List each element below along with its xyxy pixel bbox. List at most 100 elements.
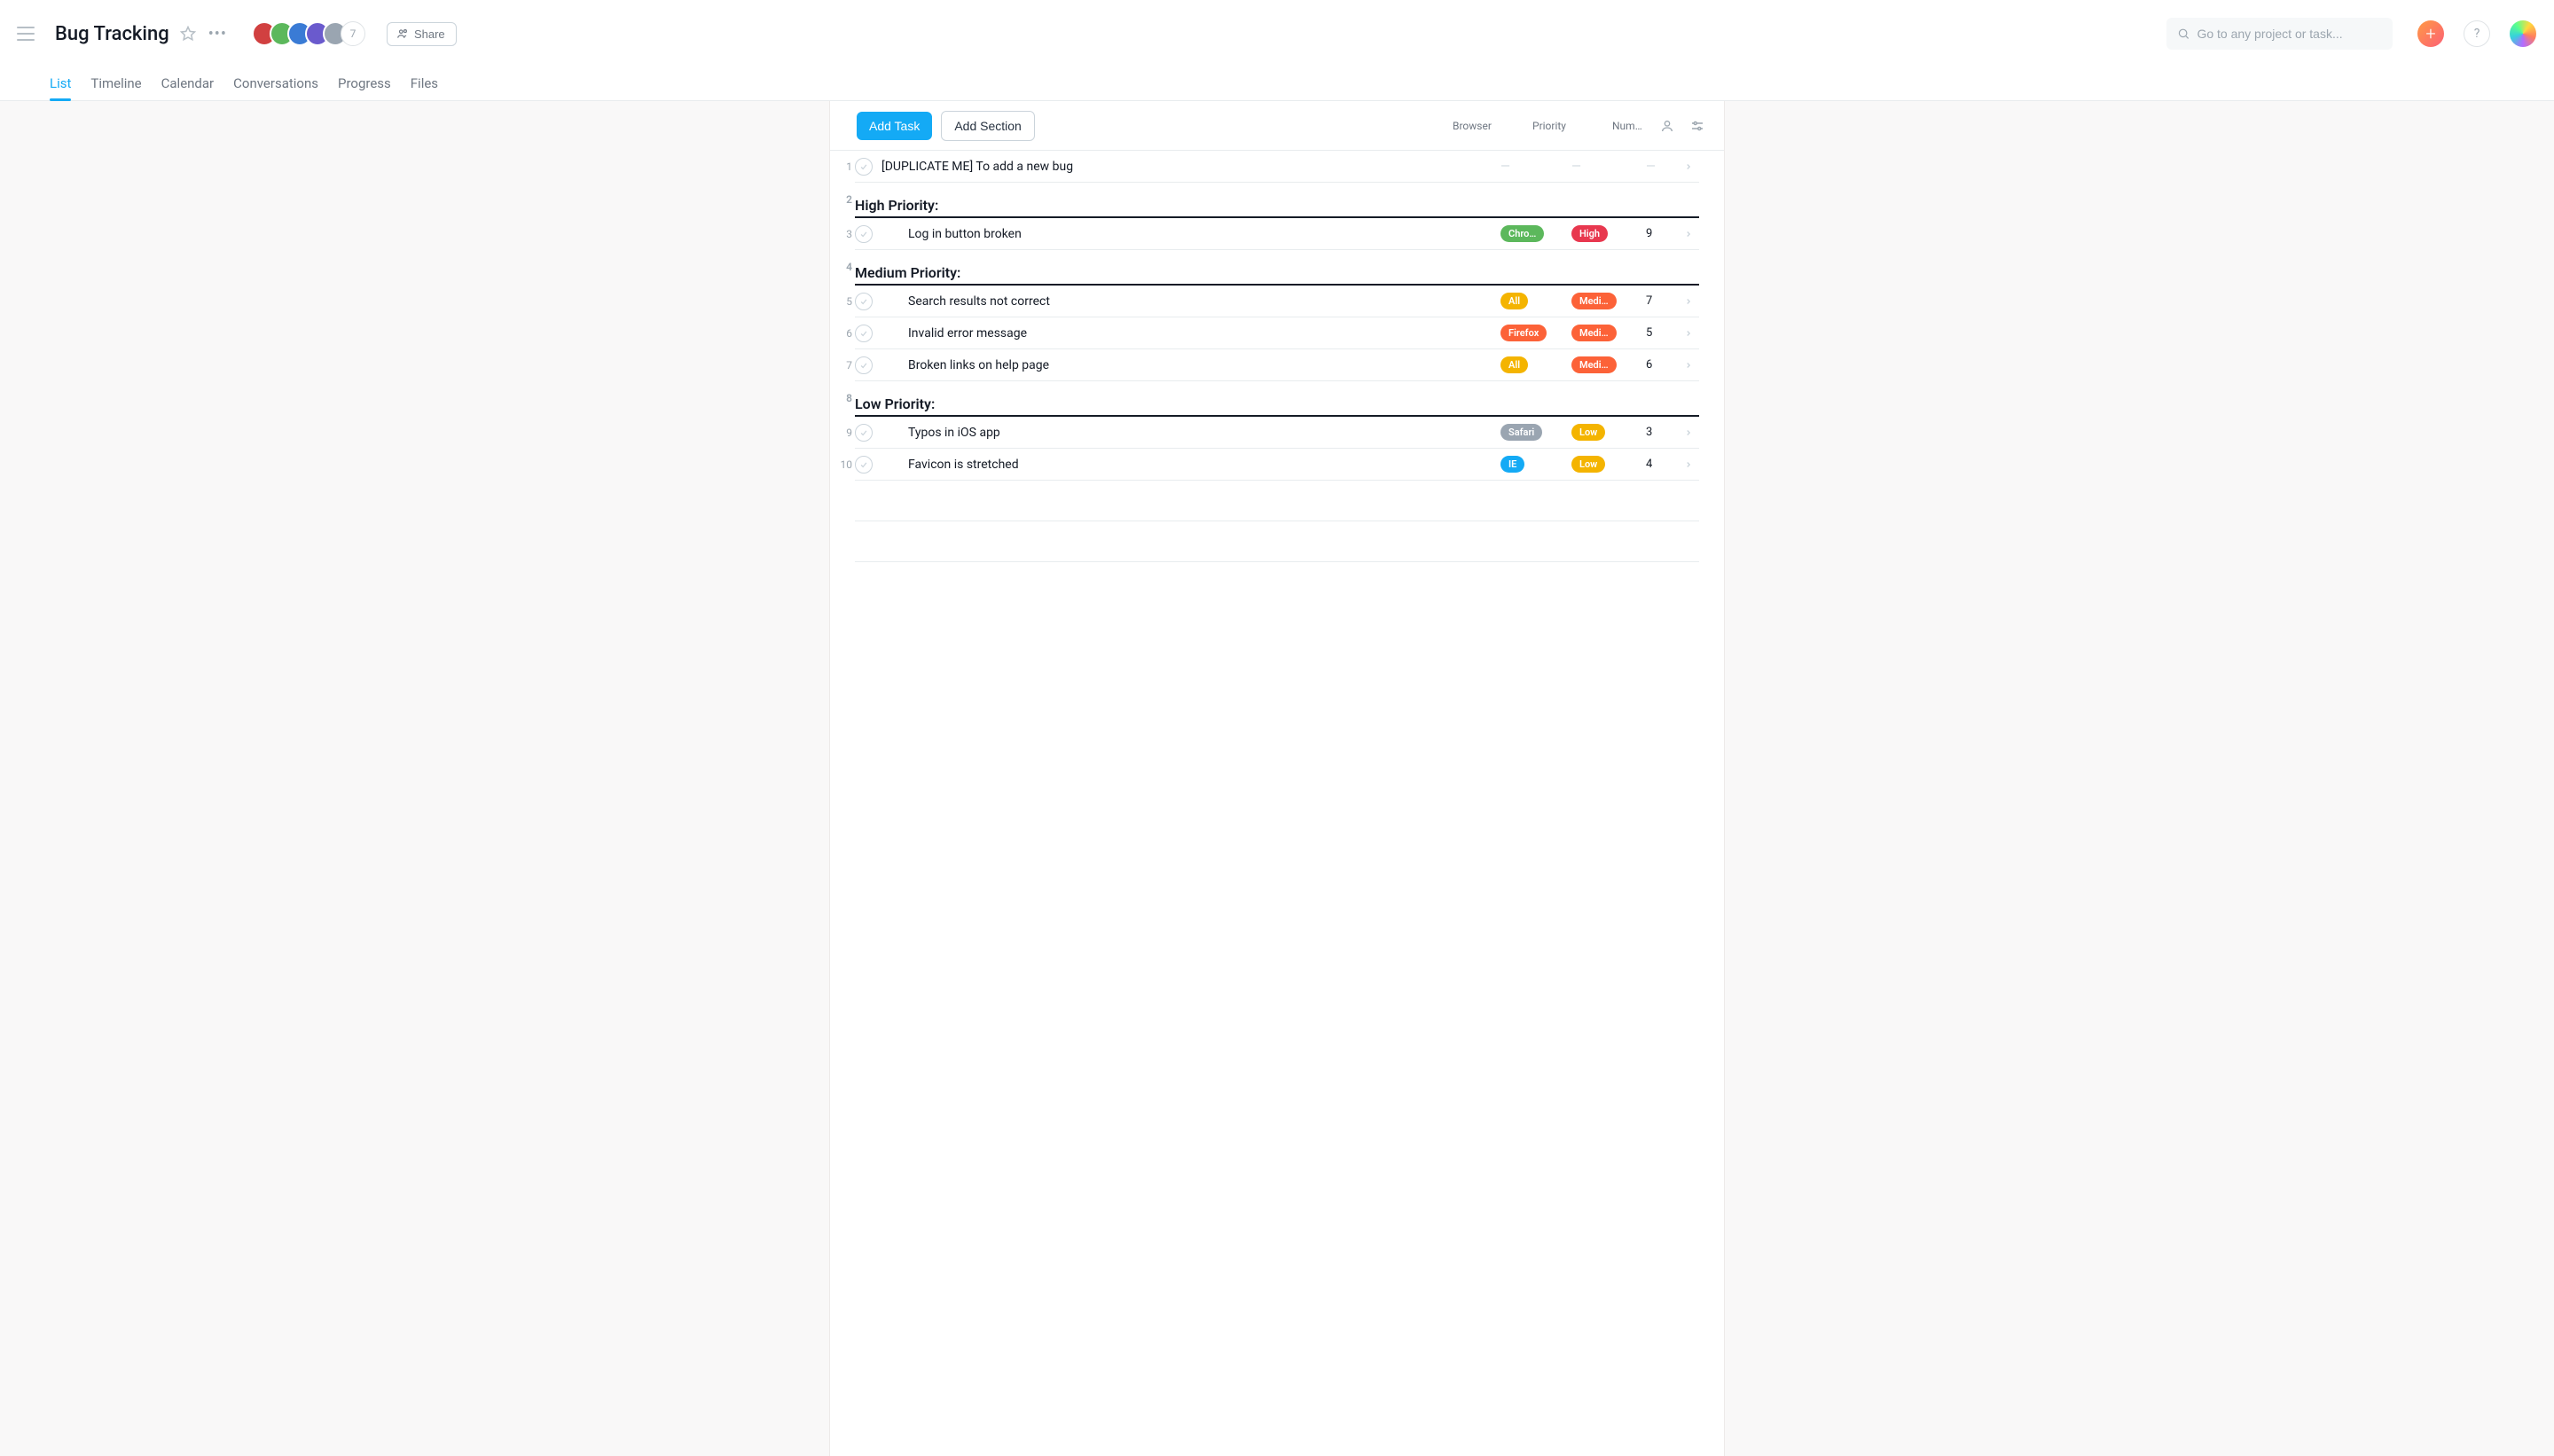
panel-toolbar: Add Task Add Section Browser Priority Nu… <box>830 101 1724 151</box>
cell-browser[interactable]: IE <box>1500 456 1571 473</box>
section-title: High Priority: <box>855 197 1699 214</box>
star-icon[interactable] <box>180 26 196 42</box>
cell-num[interactable]: 4 <box>1642 458 1678 471</box>
task-row[interactable]: 1[DUPLICATE ME] To add a new bug——— <box>855 151 1699 183</box>
tab-files[interactable]: Files <box>411 75 438 100</box>
section-header[interactable]: 4Medium Priority: <box>855 250 1699 286</box>
row-number: 10 <box>831 449 852 480</box>
task-title[interactable]: [DUPLICATE ME] To add a new bug <box>881 160 1500 174</box>
project-members[interactable]: 7 <box>252 21 365 46</box>
task-list: 1[DUPLICATE ME] To add a new bug———2High… <box>830 151 1724 562</box>
row-number: 6 <box>831 317 852 348</box>
share-button[interactable]: Share <box>387 22 457 46</box>
section-header[interactable]: 8Low Priority: <box>855 381 1699 417</box>
complete-toggle[interactable] <box>855 424 873 442</box>
section-header[interactable]: 2High Priority: <box>855 183 1699 218</box>
cell-browser[interactable]: All <box>1500 356 1571 373</box>
project-title[interactable]: Bug Tracking <box>55 23 169 45</box>
more-icon[interactable]: ••• <box>207 25 229 43</box>
cell-browser[interactable]: — <box>1500 160 1571 174</box>
cell-num[interactable]: 5 <box>1642 326 1678 340</box>
cell-priority[interactable]: High <box>1571 225 1642 242</box>
search-icon <box>2177 27 2190 41</box>
task-row[interactable]: 10Favicon is stretchedIELow4 <box>855 449 1699 481</box>
task-title[interactable]: Log in button broken <box>908 227 1500 241</box>
open-details-icon[interactable] <box>1678 162 1699 171</box>
tab-progress[interactable]: Progress <box>338 75 391 100</box>
workspace: Add Task Add Section Browser Priority Nu… <box>0 101 2554 1456</box>
user-avatar[interactable] <box>2510 20 2536 47</box>
complete-toggle[interactable] <box>855 293 873 310</box>
column-header-num[interactable]: Num… <box>1612 120 1648 132</box>
task-row[interactable]: 3Log in button brokenChro…High9 <box>855 218 1699 250</box>
complete-toggle[interactable] <box>855 356 873 374</box>
search-box[interactable] <box>2166 18 2393 50</box>
open-details-icon[interactable] <box>1678 329 1699 338</box>
top-bar: Bug Tracking ••• 7 Share + ? <box>0 0 2554 67</box>
cell-num[interactable]: 6 <box>1642 358 1678 372</box>
task-title[interactable]: Search results not correct <box>908 294 1500 309</box>
complete-toggle[interactable] <box>855 456 873 474</box>
people-icon <box>396 27 409 40</box>
cell-priority[interactable]: Medi… <box>1571 356 1642 373</box>
help-button[interactable]: ? <box>2464 20 2490 47</box>
task-row[interactable]: 5Search results not correctAllMedi…7 <box>855 286 1699 317</box>
task-row[interactable]: 9Typos in iOS appSafariLow3 <box>855 417 1699 449</box>
complete-toggle[interactable] <box>855 225 873 243</box>
menu-icon[interactable] <box>12 20 39 47</box>
task-title[interactable]: Broken links on help page <box>908 358 1500 372</box>
task-title[interactable]: Typos in iOS app <box>908 426 1500 440</box>
open-details-icon[interactable] <box>1678 297 1699 306</box>
cell-priority[interactable]: Medi… <box>1571 325 1642 341</box>
tab-list[interactable]: List <box>50 75 71 100</box>
cell-browser[interactable]: Firefox <box>1500 325 1571 341</box>
cell-num[interactable]: 3 <box>1642 426 1678 439</box>
assignee-column-icon[interactable] <box>1657 115 1678 137</box>
row-number: 4 <box>831 250 852 284</box>
row-number: 3 <box>831 218 852 249</box>
row-number: 2 <box>831 183 852 216</box>
tab-calendar[interactable]: Calendar <box>161 75 215 100</box>
task-title[interactable]: Favicon is stretched <box>908 458 1500 472</box>
task-row[interactable]: 6Invalid error messageFirefoxMedi…5 <box>855 317 1699 349</box>
open-details-icon[interactable] <box>1678 361 1699 370</box>
column-header-browser[interactable]: Browser <box>1453 120 1524 132</box>
add-task-button[interactable]: Add Task <box>857 112 932 140</box>
open-details-icon[interactable] <box>1678 460 1699 469</box>
empty-row[interactable] <box>855 481 1699 521</box>
cell-priority[interactable]: — <box>1571 160 1642 174</box>
task-row[interactable]: 7Broken links on help pageAllMedi…6 <box>855 349 1699 381</box>
row-number: 5 <box>831 286 852 317</box>
complete-toggle[interactable] <box>855 325 873 342</box>
list-panel: Add Task Add Section Browser Priority Nu… <box>829 101 1725 1456</box>
tab-conversations[interactable]: Conversations <box>233 75 318 100</box>
cell-num[interactable]: — <box>1642 160 1678 174</box>
cell-browser[interactable]: Safari <box>1500 424 1571 441</box>
cell-priority[interactable]: Low <box>1571 456 1642 473</box>
column-header-priority[interactable]: Priority <box>1532 120 1603 132</box>
task-title[interactable]: Invalid error message <box>908 326 1500 341</box>
cell-num[interactable]: 9 <box>1642 227 1678 240</box>
project-tabs: List Timeline Calendar Conversations Progres… <box>0 67 2554 101</box>
tab-timeline[interactable]: Timeline <box>90 75 141 100</box>
open-details-icon[interactable] <box>1678 230 1699 239</box>
cell-browser[interactable]: All <box>1500 293 1571 309</box>
search-input[interactable] <box>2197 27 2382 41</box>
row-number: 1 <box>831 151 852 182</box>
add-section-button[interactable]: Add Section <box>941 111 1035 141</box>
row-number: 7 <box>831 349 852 380</box>
cell-priority[interactable]: Low <box>1571 424 1642 441</box>
complete-toggle[interactable] <box>855 158 873 176</box>
member-count[interactable]: 7 <box>341 21 365 46</box>
row-number: 8 <box>831 381 852 415</box>
global-add-button[interactable]: + <box>2417 20 2444 47</box>
row-number: 9 <box>831 417 852 448</box>
cell-num[interactable]: 7 <box>1642 294 1678 308</box>
empty-row[interactable] <box>855 521 1699 562</box>
section-title: Low Priority: <box>855 395 1699 412</box>
share-label: Share <box>414 27 445 41</box>
cell-browser[interactable]: Chro… <box>1500 225 1571 242</box>
customize-icon[interactable] <box>1687 115 1708 137</box>
open-details-icon[interactable] <box>1678 428 1699 437</box>
cell-priority[interactable]: Medi… <box>1571 293 1642 309</box>
